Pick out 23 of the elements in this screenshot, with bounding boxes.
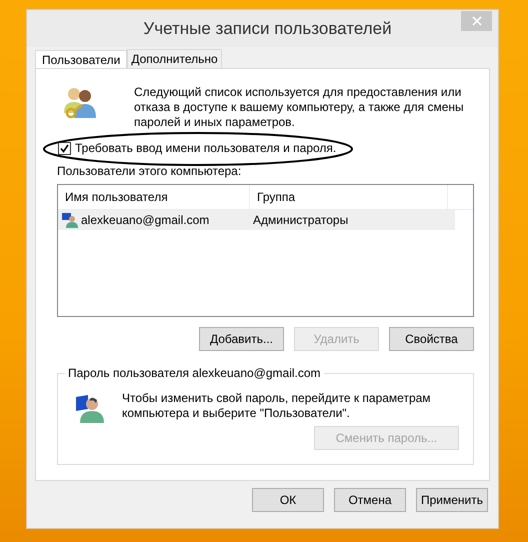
- checkmark-icon: [60, 144, 69, 152]
- close-icon: [472, 16, 482, 26]
- user-row[interactable]: alexkeuano@gmail.com Администраторы: [58, 210, 455, 230]
- users-label: Пользователи этого компьютера:: [57, 164, 242, 178]
- group-title: Пароль пользователя alexkeuano@gmail.com: [65, 366, 324, 380]
- cancel-button[interactable]: Отмена: [334, 488, 406, 512]
- properties-button[interactable]: Свойства: [389, 327, 474, 351]
- close-button[interactable]: [461, 11, 492, 31]
- ok-button[interactable]: ОК: [252, 488, 324, 512]
- tab[interactable]: Дополнительно: [127, 49, 222, 68]
- tab[interactable]: Пользователи: [35, 50, 128, 69]
- users-key-icon: [62, 85, 98, 121]
- user-icon: [62, 212, 78, 228]
- description-text: Следующий список используется для предоставления или отказа в доступе к вашему компьютеру, а также для смены паролей и иных параметров.: [134, 85, 465, 130]
- window-title: Учетные записи пользователей: [142, 18, 392, 38]
- table-cell-text: Администраторы: [253, 213, 350, 227]
- add-button[interactable]: Добавить...: [199, 327, 284, 351]
- table-cell-text: alexkeuano@gmail.com: [80, 213, 210, 227]
- require-password-checkbox[interactable]: Требовать ввод имени пользователя и пароля.: [58, 141, 474, 155]
- apply-button[interactable]: Применить: [416, 488, 488, 512]
- password-info-text: Чтобы изменить свой пароль, перейдите к параметрам компьютера и выберите "Пользователи".: [122, 391, 432, 422]
- column-header[interactable]: Имя пользователя: [58, 185, 250, 209]
- column-header[interactable]: Группа: [250, 185, 448, 209]
